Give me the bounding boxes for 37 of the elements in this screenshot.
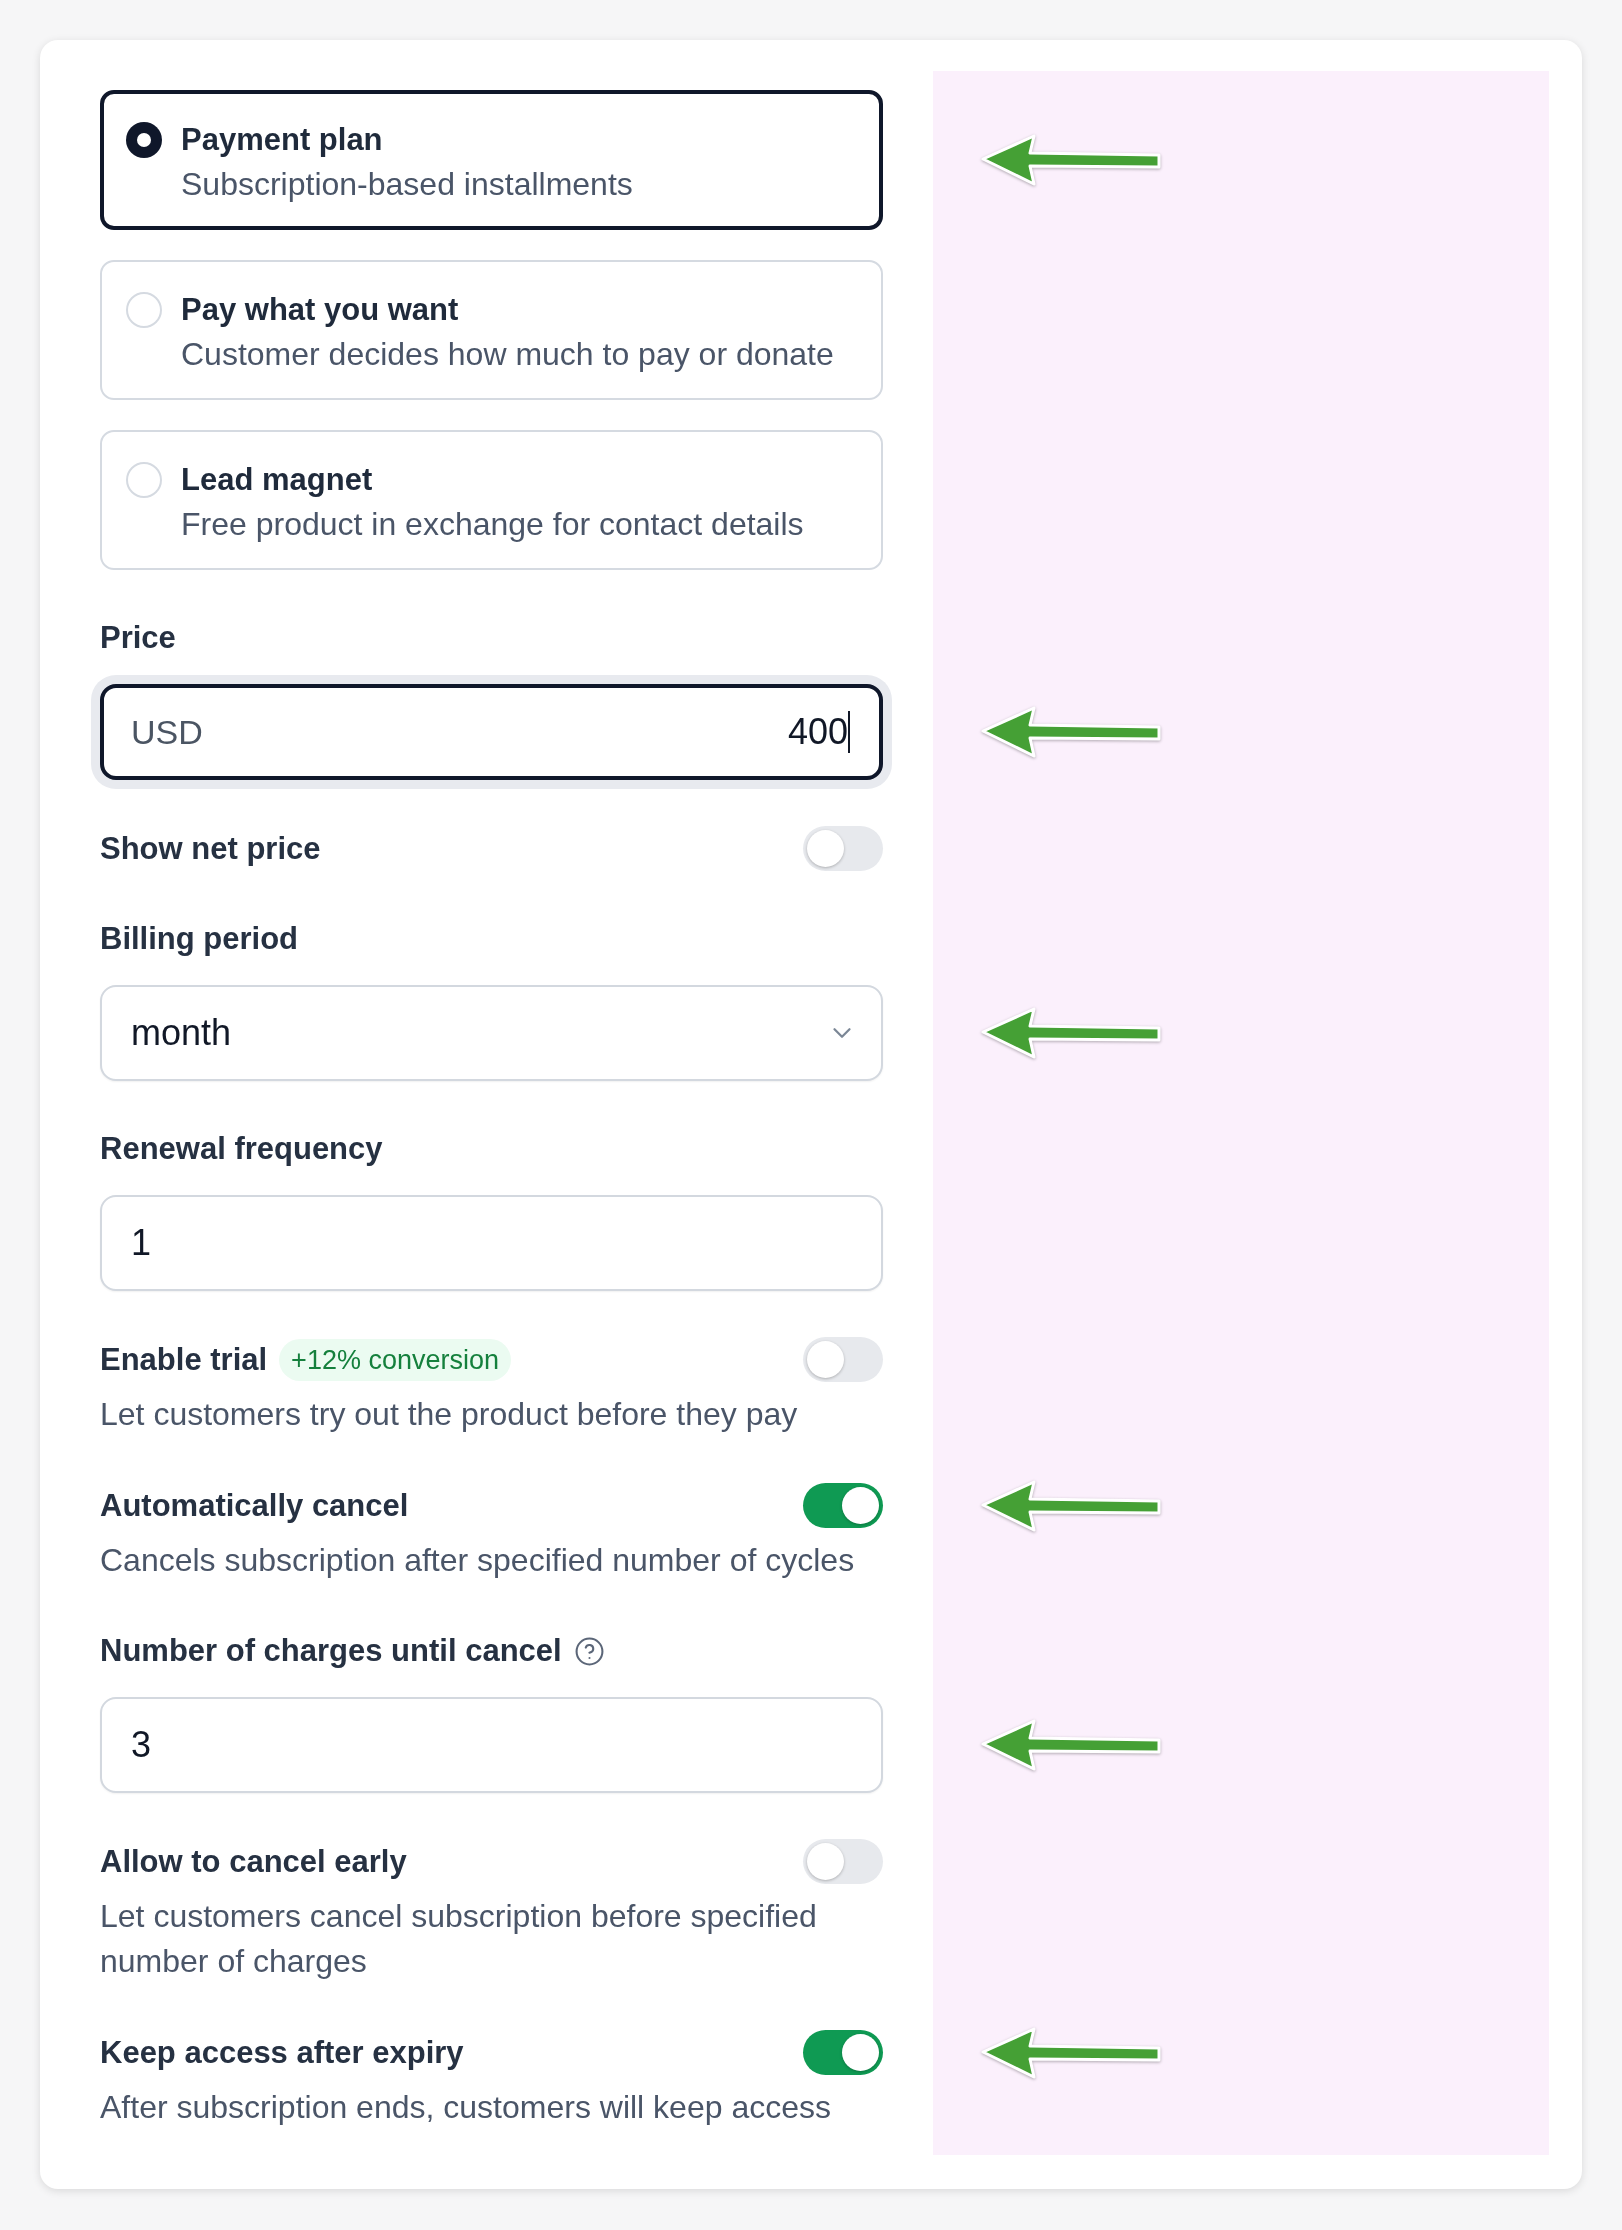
option-title: Payment plan <box>181 121 384 159</box>
radio-icon[interactable] <box>126 462 162 498</box>
option-title: Pay what you want <box>181 291 460 329</box>
currency-prefix: USD <box>131 711 203 753</box>
field-description: After subscription ends, customers will keep access <box>100 2088 832 2127</box>
field-description: Cancels subscription after specified number of cycles <box>100 1541 856 1580</box>
radio-icon[interactable] <box>126 122 162 158</box>
field-label: Renewal frequency <box>100 1130 383 1168</box>
toggle-switch[interactable] <box>803 2030 883 2075</box>
plan-option[interactable]: Lead magnet Free product in exchange for contact details <box>100 430 883 570</box>
plan-option[interactable]: Pay what you want Customer decides how much to pay or donate <box>100 260 883 400</box>
toggle-switch[interactable] <box>803 1839 883 1884</box>
field-label: Price <box>100 619 176 657</box>
help-icon[interactable] <box>573 1635 605 1667</box>
text-cursor-icon <box>848 711 850 753</box>
select-dropdown[interactable]: month <box>100 985 883 1081</box>
field-label: Keep access after expiry <box>100 2033 464 2072</box>
text-input[interactable]: 1 <box>100 1195 883 1291</box>
text-input[interactable]: 3 <box>100 1697 883 1793</box>
field-description: Let customers try out the product before they pay <box>100 1395 799 1434</box>
field-label: Show net price <box>100 829 321 868</box>
field-label: Allow to cancel early <box>100 1842 407 1881</box>
option-description: Subscription-based installments <box>181 165 633 204</box>
radio-icon[interactable] <box>126 292 162 328</box>
option-description: Customer decides how much to pay or donate <box>181 335 834 374</box>
field-label: Enable trial <box>100 1340 268 1379</box>
field-label: Automatically cancel <box>100 1486 409 1525</box>
field-description: Let customers cancel subscription before specified number of charges <box>100 1897 818 1981</box>
toggle-switch[interactable] <box>803 1337 883 1382</box>
field-label: Billing period <box>100 920 299 958</box>
toggle-switch[interactable] <box>803 826 883 871</box>
option-title: Lead magnet <box>181 461 374 499</box>
plan-option[interactable]: Payment plan Subscription-based installments <box>100 90 883 230</box>
toggle-switch[interactable] <box>803 1483 883 1528</box>
field-label: Number of charges until cancel <box>100 1632 562 1670</box>
conversion-badge: +12% conversion <box>279 1338 511 1381</box>
option-description: Free product in exchange for contact details <box>181 505 804 544</box>
